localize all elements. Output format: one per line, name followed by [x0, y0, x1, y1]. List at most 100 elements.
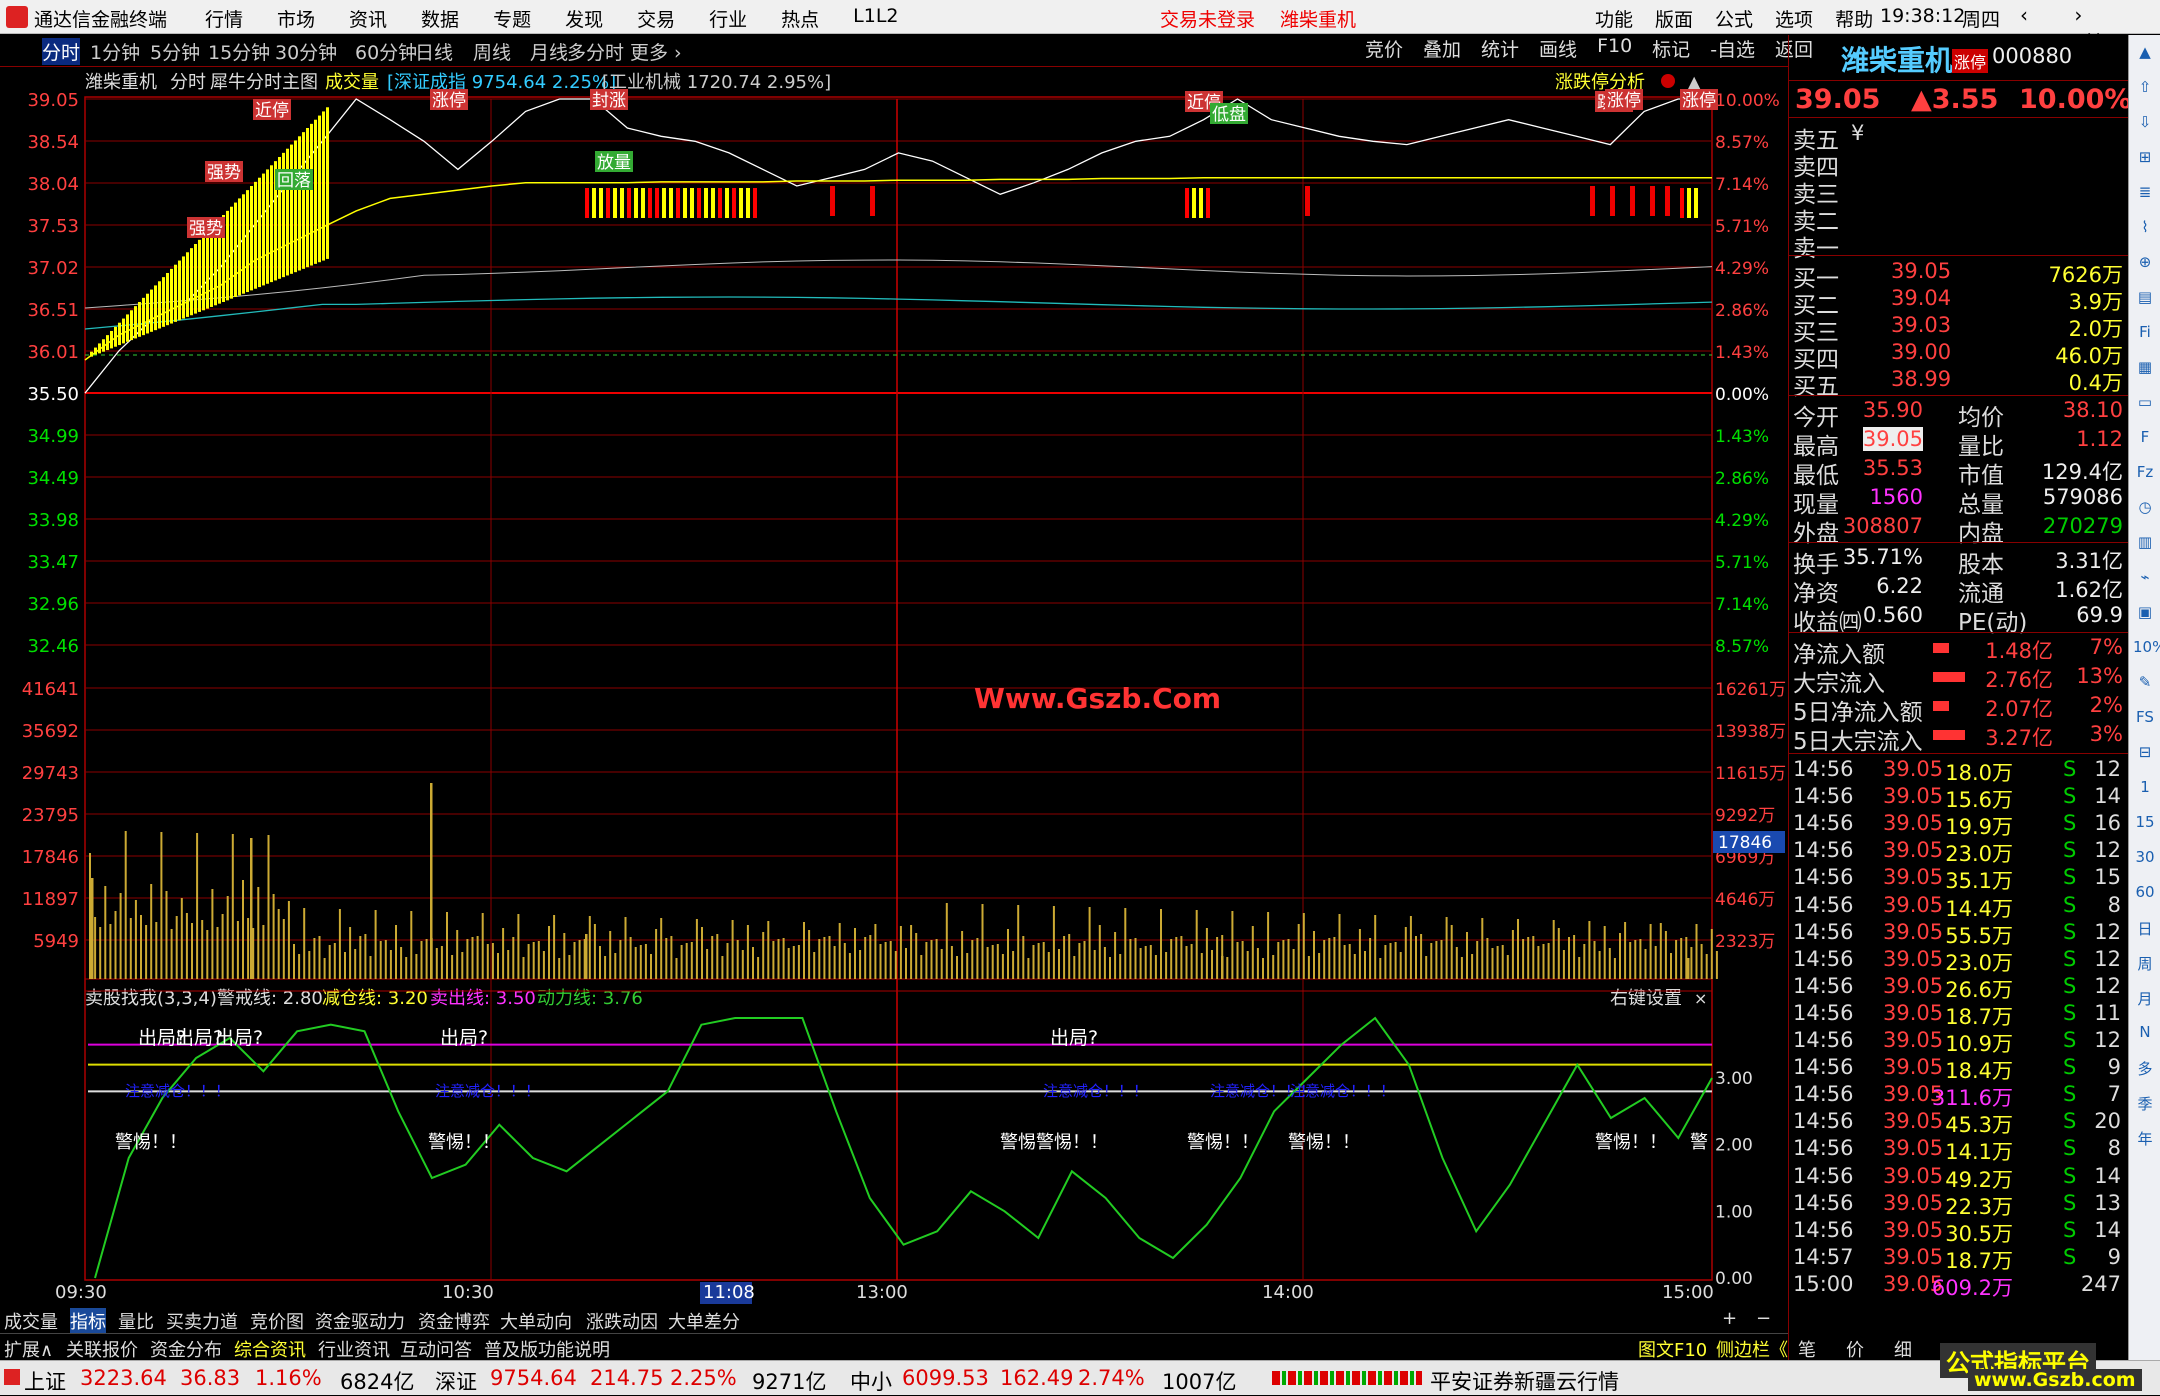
- sidebar-icon-0[interactable]: ▲: [2133, 43, 2157, 67]
- sidebar-icon-5[interactable]: ⌇: [2133, 218, 2157, 242]
- period-tab-8[interactable]: 月线: [530, 38, 568, 65]
- period-tab-3[interactable]: 15分钟: [208, 38, 270, 65]
- indicator-tab-4[interactable]: 竞价图: [250, 1308, 304, 1334]
- sidebar-icon-18[interactable]: ✎: [2133, 673, 2157, 697]
- smb-index-label[interactable]: 中小: [850, 1366, 892, 1396]
- sidebar-toggle[interactable]: 侧边栏《: [1716, 1336, 1788, 1362]
- sidebar-icon-21[interactable]: 1: [2133, 778, 2157, 802]
- extension-tab-2[interactable]: 资金分布: [150, 1336, 222, 1362]
- signal-reduce: 注意减仓！！！: [435, 1082, 540, 1100]
- sidebar-icon-23[interactable]: 30: [2133, 848, 2157, 872]
- sidebar-icon-17[interactable]: 10%: [2133, 638, 2160, 662]
- tab-minus-icon[interactable]: −: [1756, 1308, 1771, 1329]
- menu-item-1[interactable]: 市场: [277, 5, 315, 32]
- panel-switch-0[interactable]: 笔: [1798, 1336, 1816, 1362]
- right-menu-item-0[interactable]: 功能: [1595, 5, 1633, 32]
- sidebar-icon-11[interactable]: F: [2133, 428, 2157, 452]
- extension-tab-6[interactable]: 普及版功能说明: [484, 1336, 610, 1362]
- login-notice[interactable]: 交易未登录: [1160, 5, 1255, 32]
- period-tab-9[interactable]: 多分时: [567, 38, 624, 65]
- sidebar-icon-31[interactable]: 年: [2133, 1128, 2157, 1152]
- period-tab-6[interactable]: 日线: [415, 38, 453, 65]
- volume-bar: [1532, 936, 1535, 979]
- sidebar-icon-28[interactable]: N: [2133, 1023, 2157, 1047]
- flow-bar: [1933, 701, 1949, 711]
- chart-tool-1[interactable]: 叠加: [1423, 35, 1461, 62]
- sidebar-icon-3[interactable]: ⊞: [2133, 148, 2157, 172]
- period-tab-1[interactable]: 1分钟: [90, 38, 140, 65]
- stat-value: 39.05: [1862, 427, 1923, 451]
- sidebar-icon-7[interactable]: ▤: [2133, 288, 2157, 312]
- sidebar-icon-27[interactable]: 月: [2133, 988, 2157, 1012]
- panel-switch-1[interactable]: 价: [1846, 1336, 1864, 1362]
- menu-item-5[interactable]: 发现: [565, 5, 603, 32]
- sidebar-icon-22[interactable]: 15: [2133, 813, 2157, 837]
- indicator-tab-5[interactable]: 资金驱动力: [315, 1308, 405, 1334]
- sidebar-icon-10[interactable]: ▭: [2133, 393, 2157, 417]
- menu-item-6[interactable]: 交易: [637, 5, 675, 32]
- sidebar-icon-16[interactable]: ▣: [2133, 603, 2157, 627]
- chart-tool-0[interactable]: 竞价: [1365, 35, 1403, 62]
- panel-switch-2[interactable]: 细: [1894, 1336, 1912, 1362]
- sidebar-icon-2[interactable]: ⇩: [2133, 113, 2157, 137]
- extension-tab-4[interactable]: 行业资讯: [318, 1336, 390, 1362]
- intraday-chart[interactable]: 39.05 10.00% 38.54 8.57% 38.04 7.14% 37.53 5.71…: [0, 68, 1788, 1313]
- period-tab-7[interactable]: 周线: [473, 38, 511, 65]
- menu-item-9[interactable]: L1L2: [853, 5, 898, 32]
- menu-item-8[interactable]: 热点: [781, 5, 819, 32]
- tick-row: 14:56 39.05 26.6万 S 12: [1793, 974, 2123, 1002]
- sidebar-icon-14[interactable]: ▥: [2133, 533, 2157, 557]
- chart-tool-5[interactable]: 标记: [1652, 35, 1690, 62]
- right-menu-item-3[interactable]: 选项: [1775, 5, 1813, 32]
- indicator-tab-9[interactable]: 大单差分: [668, 1308, 740, 1334]
- sidebar-icon-19[interactable]: FS: [2133, 708, 2157, 732]
- indicator-tab-2[interactable]: 量比: [118, 1308, 154, 1334]
- tab-plus-icon[interactable]: +: [1722, 1308, 1737, 1329]
- right-menu-item-2[interactable]: 公式: [1715, 5, 1753, 32]
- chart-tool-2[interactable]: 统计: [1481, 35, 1519, 62]
- period-tab-4[interactable]: 30分钟: [275, 38, 337, 65]
- f10-link[interactable]: 图文F10: [1638, 1336, 1707, 1362]
- extension-tab-3[interactable]: 综合资讯: [234, 1336, 306, 1362]
- chart-tool-3[interactable]: 画线: [1539, 35, 1577, 62]
- chart-tool-6[interactable]: -自选: [1710, 35, 1755, 62]
- sh-index-label[interactable]: 上证: [24, 1366, 66, 1396]
- menu-item-2[interactable]: 资讯: [349, 5, 387, 32]
- sidebar-icon-8[interactable]: Fi: [2133, 323, 2157, 347]
- sidebar-icon-12[interactable]: Fz: [2133, 463, 2157, 487]
- sidebar-icon-4[interactable]: ≣: [2133, 183, 2157, 207]
- extension-tab-1[interactable]: 关联报价: [66, 1336, 138, 1362]
- sidebar-icon-1[interactable]: ⇧: [2133, 78, 2157, 102]
- indicator-tab-1[interactable]: 指标: [70, 1308, 106, 1334]
- sidebar-icon-24[interactable]: 60: [2133, 883, 2157, 907]
- menu-item-0[interactable]: 行情: [205, 5, 243, 32]
- period-tab-10[interactable]: 更多 ›: [630, 38, 682, 65]
- period-tab-2[interactable]: 5分钟: [150, 38, 200, 65]
- sz-index-label[interactable]: 深证: [435, 1366, 477, 1396]
- sidebar-icon-6[interactable]: ⊕: [2133, 253, 2157, 277]
- extension-tab-0[interactable]: 扩展∧: [4, 1336, 53, 1362]
- period-tab-0[interactable]: 分时: [42, 38, 81, 65]
- right-menu-item-4[interactable]: 帮助: [1835, 5, 1873, 32]
- sidebar-icon-13[interactable]: ◷: [2133, 498, 2157, 522]
- indicator-tab-3[interactable]: 买卖力道: [166, 1308, 238, 1334]
- indicator-tab-0[interactable]: 成交量: [4, 1308, 58, 1334]
- indicator-tab-6[interactable]: 资金博弈: [418, 1308, 490, 1334]
- extension-tab-5[interactable]: 互动问答: [400, 1336, 472, 1362]
- sidebar-icon-20[interactable]: ⊟: [2133, 743, 2157, 767]
- sidebar-icon-29[interactable]: 多: [2133, 1058, 2157, 1082]
- right-menu-item-1[interactable]: 版面: [1655, 5, 1693, 32]
- chart-tool-4[interactable]: F10: [1597, 35, 1632, 62]
- sidebar-icon-30[interactable]: 季: [2133, 1093, 2157, 1117]
- indicator-tab-7[interactable]: 大单动向: [500, 1308, 572, 1334]
- indicator-tab-8[interactable]: 涨跌动因: [586, 1308, 658, 1334]
- menu-item-7[interactable]: 行业: [709, 5, 747, 32]
- sidebar-icon-26[interactable]: 周: [2133, 953, 2157, 977]
- period-tab-5[interactable]: 60分钟: [355, 38, 417, 65]
- sidebar-icon-9[interactable]: ▦: [2133, 358, 2157, 382]
- volume-bar: [1262, 958, 1264, 979]
- sidebar-icon-25[interactable]: 日: [2133, 918, 2157, 942]
- menu-item-3[interactable]: 数据: [421, 5, 459, 32]
- sidebar-icon-15[interactable]: ⌁: [2133, 568, 2157, 592]
- menu-item-4[interactable]: 专题: [493, 5, 531, 32]
